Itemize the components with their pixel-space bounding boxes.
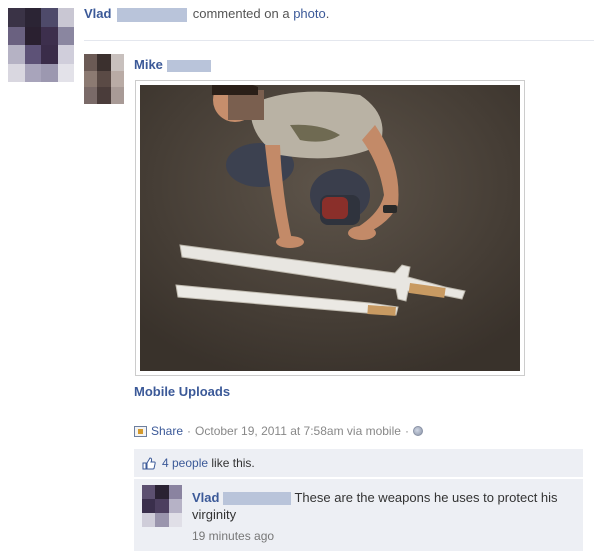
comment-time[interactable]: 19 minutes ago [192, 529, 274, 543]
actor-name-link[interactable]: Vlad [84, 6, 111, 21]
share-link[interactable]: Share [151, 424, 183, 438]
photo-link[interactable]: photo [293, 6, 326, 21]
photo-illustration [140, 85, 520, 371]
poster-name-link[interactable]: Mike [134, 57, 163, 72]
actor-avatar[interactable] [8, 8, 74, 82]
globe-icon [412, 426, 423, 436]
photo-frame[interactable] [135, 80, 525, 376]
redacted-surname [223, 492, 292, 506]
likes-suffix: like this. [211, 456, 255, 470]
likers-link[interactable]: 4 people [162, 456, 208, 470]
comment-body: Vlad These are the weapons he uses to pr… [192, 489, 572, 523]
story-header: Vlad commented on a photo. [84, 6, 329, 22]
meta-separator-2: · [404, 424, 409, 438]
album-link[interactable]: Mobile Uploads [134, 384, 230, 399]
story-divider [84, 40, 594, 41]
post-meta: Share · October 19, 2011 at 7:58am via m… [134, 424, 423, 438]
share-icon-inner [138, 428, 143, 434]
album-line: Mobile Uploads [134, 384, 230, 399]
story-verb: commented on a [192, 6, 290, 21]
comment: Vlad These are the weapons he uses to pr… [134, 479, 583, 551]
redacted-surname [166, 59, 211, 72]
post-timestamp[interactable]: October 19, 2011 at 7:58am via mobile [195, 424, 401, 438]
redacted-surname [117, 7, 188, 22]
likes-box: 4 people like this. [134, 449, 583, 477]
poster-avatar[interactable] [84, 54, 124, 104]
poster-line: Mike [134, 57, 211, 72]
story-suffix: . [325, 6, 330, 21]
photo[interactable] [140, 85, 520, 371]
commenter-name-link[interactable]: Vlad [192, 490, 219, 505]
thumbs-up-icon [142, 456, 156, 470]
meta-separator: · [187, 424, 192, 438]
share-icon[interactable] [134, 425, 147, 437]
commenter-avatar[interactable] [142, 485, 182, 527]
